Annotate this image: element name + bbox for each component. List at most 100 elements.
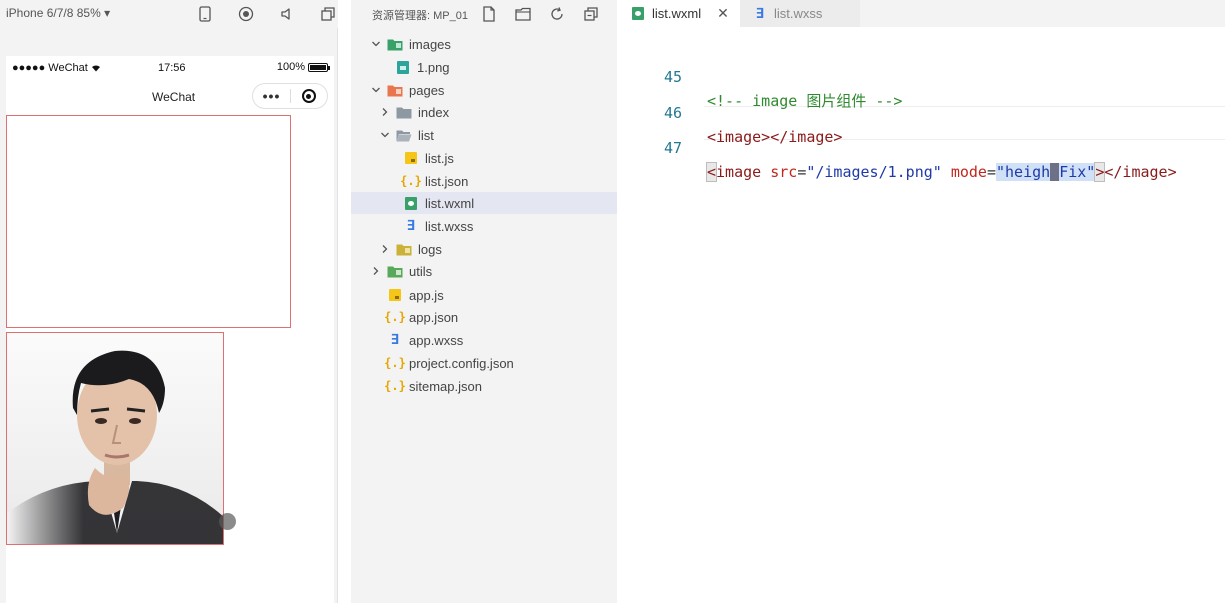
nav-title: WeChat [152, 90, 196, 104]
code-line-47[interactable]: 47 <image src="/images/1.png" mode="heig… [618, 112, 1225, 182]
tree-file-list-js[interactable]: list.js [351, 147, 617, 169]
capsule-menu: ••• [252, 83, 328, 109]
tree-label: list.json [425, 173, 469, 189]
tree-label: 1.png [417, 59, 450, 75]
status-bar: ●●●●● WeChat 17:56 100% [6, 56, 334, 80]
json-file-icon: {.} [384, 379, 406, 393]
battery-icon [308, 62, 330, 72]
chevron-down-icon[interactable] [378, 128, 392, 142]
chevron-right-icon[interactable] [378, 105, 392, 119]
wxss-file-icon: ∃ [406, 218, 416, 234]
mouse-cursor [219, 513, 236, 530]
editor-tab-bar: list.wxml ✕ ∃ list.wxss [618, 0, 1225, 27]
chevron-down-icon[interactable] [369, 83, 383, 97]
tree-file-1-png[interactable]: 1.png [351, 56, 617, 78]
tree-label: index [418, 104, 450, 120]
tree-label: logs [418, 241, 442, 257]
image-portrait [6, 332, 224, 545]
portrait-illustration [7, 333, 223, 544]
folder-green-icon [387, 36, 403, 52]
battery-status: 100% [276, 61, 330, 73]
folder-open-icon [396, 127, 412, 143]
png-file-icon [395, 59, 411, 75]
tree-folder-list[interactable]: list [351, 124, 617, 146]
simulator-toolbar: iPhone 6/7/8 85% ▾ [0, 0, 338, 28]
tree-label: list [418, 127, 434, 143]
refresh-icon[interactable] [547, 4, 567, 24]
wxss-file-icon: ∃ [390, 332, 400, 348]
tree-file-sitemap-json[interactable]: {.} sitemap.json [351, 375, 617, 397]
window-icon[interactable] [318, 4, 338, 24]
tree-label: list.wxml [425, 195, 475, 211]
tree-folder-logs[interactable]: logs [351, 238, 617, 260]
collapse-icon[interactable] [581, 4, 601, 24]
battery-percent: 100% [276, 61, 305, 73]
wifi-icon [91, 65, 100, 72]
code-editor: list.wxml ✕ ∃ list.wxss 45 <!-- image 图片… [618, 0, 1225, 603]
js-file-icon [403, 150, 419, 166]
wxss-file-icon: ∃ [755, 5, 765, 22]
image-default-frame [6, 115, 291, 328]
folder-yellow-icon [396, 241, 412, 257]
new-file-icon[interactable] [479, 4, 499, 24]
simulator-panel: iPhone 6/7/8 85% ▾ ●●●●● WeChat 17:56 10… [0, 0, 338, 603]
tree-label: pages [409, 82, 445, 98]
tree-label: sitemap.json [409, 378, 482, 394]
tree-label: app.json [409, 309, 459, 325]
file-explorer: 资源管理器: MP_01 images 1.png pages index li… [351, 0, 617, 603]
close-capsule-icon[interactable] [291, 89, 327, 103]
tree-label: project.config.json [409, 355, 514, 371]
tree-label: app.wxss [409, 332, 464, 348]
status-time: 17:56 [158, 62, 186, 74]
tree-folder-utils[interactable]: utils [351, 260, 617, 282]
tree-folder-index[interactable]: index [351, 101, 617, 123]
selected-text: "heigh [996, 163, 1051, 181]
phone-screen: ●●●●● WeChat 17:56 100% WeChat ••• [6, 56, 334, 603]
new-folder-icon[interactable] [513, 4, 533, 24]
device-select[interactable]: iPhone 6/7/8 85% ▾ [6, 6, 110, 20]
folder-orange-icon [387, 82, 403, 98]
explorer-header: 资源管理器: MP_01 [351, 0, 617, 28]
tree-file-list-wxss[interactable]: ∃ list.wxss [351, 215, 617, 237]
tree-folder-pages[interactable]: pages [351, 79, 617, 101]
record-icon[interactable] [236, 4, 256, 24]
phone-icon[interactable] [195, 4, 215, 24]
tree-file-list-json[interactable]: {.} list.json [351, 170, 617, 192]
tree-folder-images[interactable]: images [351, 33, 617, 55]
wxml-file-icon [403, 195, 419, 211]
tree-label: images [409, 36, 451, 52]
tree-label: list.wxss [425, 218, 474, 234]
tree-file-app-wxss[interactable]: ∃ app.wxss [351, 329, 617, 351]
carrier-text: ●●●●● WeChat [12, 62, 101, 74]
chevron-right-icon[interactable] [378, 242, 392, 256]
json-file-icon: {.} [384, 310, 406, 324]
tree-label: app.js [409, 287, 444, 303]
tab-label: list.wxss [774, 6, 823, 21]
explorer-title: 资源管理器: MP_01 [372, 10, 468, 22]
line-number: 47 [663, 139, 682, 157]
sound-icon[interactable] [277, 4, 297, 24]
code-content: <image src="/images/1.png" mode="heightF… [705, 162, 1177, 182]
json-file-icon: {.} [400, 174, 422, 188]
tree-file-list-wxml[interactable]: list.wxml [351, 192, 617, 214]
chevron-down-icon[interactable] [369, 37, 383, 51]
js-file-icon [387, 287, 403, 303]
selected-text: Fix" [1059, 163, 1096, 181]
folder-gray-icon [396, 104, 412, 120]
tab-list-wxml[interactable]: list.wxml ✕ [618, 0, 740, 27]
chevron-right-icon[interactable] [369, 264, 383, 278]
tree-label: list.js [425, 150, 454, 166]
folder-green-icon [387, 263, 403, 279]
matching-bracket: < [705, 162, 718, 182]
tree-file-project-config-json[interactable]: {.} project.config.json [351, 352, 617, 374]
tree-file-app-json[interactable]: {.} app.json [351, 306, 617, 328]
tab-label: list.wxml [652, 6, 702, 21]
more-icon[interactable]: ••• [253, 84, 290, 108]
tree-file-app-js[interactable]: app.js [351, 284, 617, 306]
code-line-46[interactable]: 46 <image></image> [618, 77, 1225, 146]
code-line-45[interactable]: 45 <!-- image 图片组件 --> [618, 41, 1225, 110]
nav-bar: WeChat ••• [6, 80, 334, 114]
tab-list-wxss[interactable]: ∃ list.wxss [740, 0, 860, 27]
text-caret: t [1050, 163, 1060, 181]
close-icon[interactable]: ✕ [717, 5, 729, 22]
